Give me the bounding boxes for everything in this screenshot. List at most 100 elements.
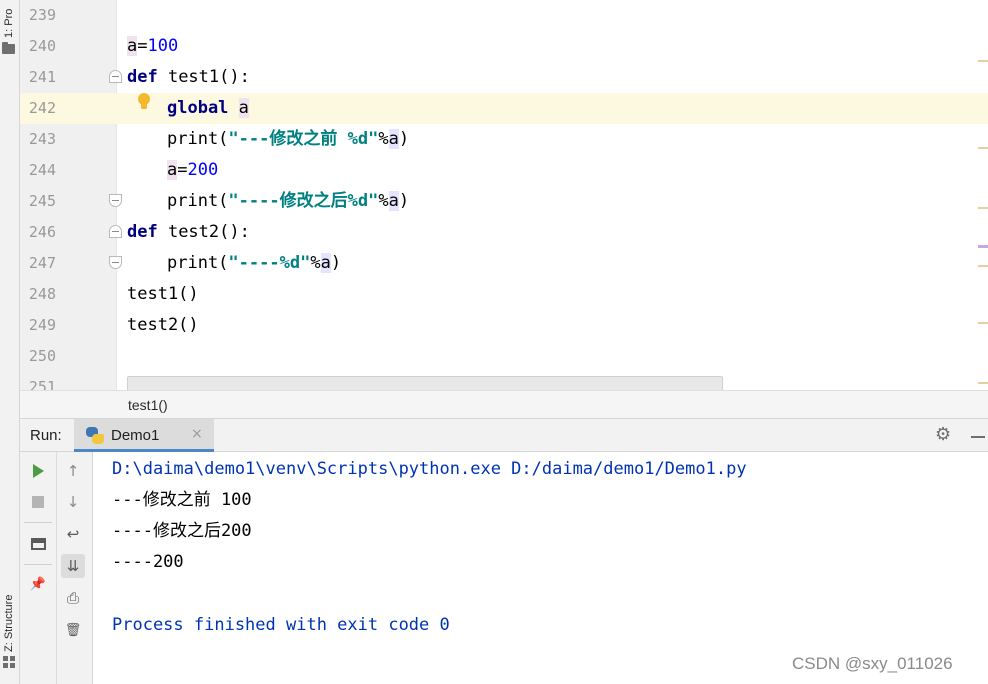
number-token: 200	[187, 160, 219, 180]
line-number: 246	[28, 223, 56, 241]
horizontal-scrollbar[interactable]	[127, 376, 723, 390]
layout-icon	[30, 538, 46, 550]
fold-end-test1[interactable]	[109, 194, 122, 207]
error-stripe-marker[interactable]	[978, 147, 988, 149]
error-stripe-marker[interactable]	[978, 245, 988, 248]
fold-end-test2[interactable]	[109, 256, 122, 269]
paren-token: )	[398, 129, 410, 149]
gear-icon[interactable]: ⚙	[935, 424, 951, 445]
code-text: def test2():	[127, 217, 250, 248]
code-line-248[interactable]: 248 test1()	[20, 279, 988, 310]
line-number: 242	[28, 99, 56, 117]
wrap-icon: ↩	[66, 525, 80, 543]
console-output-line: ----200	[112, 552, 184, 572]
run-tab-demo1[interactable]: Demo1 ×	[74, 419, 214, 452]
code-line-247[interactable]: 247 print("----%d"%a)	[20, 248, 988, 279]
console-exit-line: Process finished with exit code 0	[112, 615, 450, 635]
line-number: 239	[28, 6, 56, 24]
line-number: 249	[28, 316, 56, 334]
error-stripe-marker[interactable]	[978, 207, 988, 209]
print-call: print(	[167, 253, 229, 273]
print-call: print(	[167, 191, 229, 211]
code-line-249[interactable]: 249 test2()	[20, 310, 988, 341]
run-toolbar: 📌 ↑ ↓ ↩ ⇊ ⎙ 🗑	[20, 452, 93, 684]
project-tab-label: 1: Pro	[3, 8, 15, 38]
paren-token: )	[330, 253, 342, 273]
run-tab-label: Demo1	[111, 427, 160, 444]
breadcrumb: test1()	[20, 390, 988, 419]
line-number: 248	[28, 285, 56, 303]
keyword-token: def	[127, 222, 158, 242]
code-line-241[interactable]: 241 def test1():	[20, 62, 988, 93]
variable-token: a	[388, 191, 399, 211]
variable-token: a	[167, 160, 178, 180]
run-label: Run:	[30, 427, 62, 444]
code-line-246[interactable]: 246 def test2():	[20, 217, 988, 248]
code-text: print("----%d"%a)	[167, 248, 341, 279]
fold-toggle-test2[interactable]	[109, 225, 122, 238]
arrow-up-icon: ↑	[66, 462, 80, 480]
code-text: global a	[167, 93, 249, 124]
structure-icon[interactable]	[3, 656, 15, 668]
run-tool-window-header: Run: Demo1 × ⚙	[20, 419, 988, 452]
code-line-240[interactable]: 240 a=100	[20, 31, 988, 62]
breadcrumb-item-test1[interactable]: test1()	[128, 397, 168, 413]
operator-token: %	[378, 191, 389, 211]
number-token: 100	[147, 36, 179, 56]
scroll-to-end-button[interactable]: ⇊	[61, 554, 85, 578]
keyword-token: global	[167, 98, 229, 118]
code-line-245[interactable]: 245 print("----修改之后%d"%a)	[20, 186, 988, 217]
restore-layout-button[interactable]	[26, 532, 50, 556]
lightbulb-icon[interactable]	[137, 93, 151, 111]
close-icon[interactable]: ×	[191, 426, 203, 442]
folder-icon[interactable]	[2, 42, 15, 54]
code-text: print("----修改之后%d"%a)	[167, 186, 409, 217]
stop-button[interactable]	[26, 490, 50, 514]
code-line-239[interactable]: 239	[20, 0, 988, 31]
structure-tab-label: Z: Structure	[3, 594, 15, 652]
error-stripe-marker[interactable]	[978, 382, 988, 384]
function-signature: test2():	[157, 222, 250, 242]
run-console[interactable]: D:\daima\demo1\venv\Scripts\python.exe D…	[94, 452, 988, 684]
pin-tab-button[interactable]: 📌	[26, 572, 50, 596]
error-stripe-marker[interactable]	[978, 60, 988, 62]
code-text: print("---修改之前 %d"%a)	[167, 124, 409, 155]
line-number: 240	[28, 37, 56, 55]
paren-token: )	[398, 191, 410, 211]
arrow-down-icon: ↓	[66, 493, 80, 511]
left-tool-strip: 1: Pro Z: Structure	[0, 0, 20, 684]
code-editor[interactable]: 239 240 a=100 241 def test1(): 242 globa…	[20, 0, 988, 390]
line-number: 243	[28, 130, 56, 148]
error-stripe-marker[interactable]	[978, 265, 988, 267]
soft-wrap-button[interactable]: ↩	[61, 522, 85, 546]
fold-toggle-test1[interactable]	[109, 70, 122, 83]
clear-all-button[interactable]: 🗑	[61, 618, 85, 642]
string-token: "----修改之后%d"	[228, 191, 379, 211]
up-stack-button[interactable]: ↑	[61, 459, 85, 483]
code-line-250[interactable]: 250	[20, 341, 988, 372]
operator-token: %	[378, 129, 389, 149]
keyword-token: def	[127, 67, 158, 87]
trash-icon: 🗑	[64, 622, 82, 638]
variable-token: a	[127, 36, 138, 56]
line-number: 241	[28, 68, 56, 86]
print-call: print(	[167, 129, 229, 149]
print-button[interactable]: ⎙	[61, 586, 85, 610]
structure-tool-tab[interactable]: Z: Structure	[0, 560, 20, 670]
error-stripe-marker[interactable]	[978, 322, 988, 324]
operator-token: =	[177, 160, 188, 180]
variable-token: a	[320, 253, 331, 273]
line-number: 251	[28, 378, 56, 390]
rerun-button[interactable]	[26, 459, 50, 483]
code-line-243[interactable]: 243 print("---修改之前 %d"%a)	[20, 124, 988, 155]
code-line-244[interactable]: 244 a=200	[20, 155, 988, 186]
code-text: test1()	[127, 284, 199, 304]
minimize-icon[interactable]	[971, 436, 985, 438]
code-text: a=200	[167, 155, 218, 186]
code-text: test2()	[127, 315, 199, 335]
code-line-242-current[interactable]: 242 global a	[20, 93, 988, 124]
down-stack-button[interactable]: ↓	[61, 490, 85, 514]
line-number: 244	[28, 161, 56, 179]
code-text: a=100	[127, 31, 178, 62]
operator-token: =	[137, 36, 148, 56]
